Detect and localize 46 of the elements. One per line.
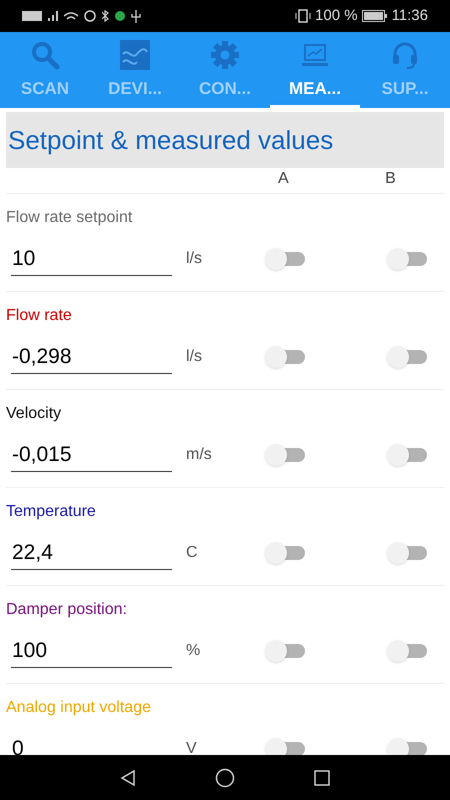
column-heading: B [385,169,396,189]
bluetooth-icon [102,10,109,22]
toggle-switch[interactable] [387,542,429,564]
field-label: Flow rate setpoint [6,208,134,228]
field-label: Analog input voltage [6,698,152,718]
field-label: Damper position: [6,600,128,620]
value-field[interactable]: 10 [11,242,172,276]
unit-label: % [186,641,202,661]
unit-label: l/s [186,249,203,269]
app-notification-icon [115,11,125,21]
unit-label: V [186,739,198,755]
battery-percent: 100 % [315,6,358,26]
recents-icon[interactable] [313,768,331,786]
toggle-switch[interactable] [265,640,307,662]
toggle-switch[interactable] [265,444,307,466]
vibrate-icon [294,9,312,23]
home-icon[interactable] [215,768,235,788]
value-field[interactable]: -0,015 [11,438,172,472]
back-icon[interactable] [119,768,137,786]
signal-icon [48,11,58,21]
value-field[interactable]: 22,4 [11,536,172,570]
toggle-switch[interactable] [387,444,429,466]
toggle-switch[interactable] [265,346,307,368]
unit-label: l/s [186,347,203,367]
unit-label: m/s [186,445,213,465]
toggle-switch[interactable] [265,248,307,270]
section-title: Setpoint & measured values [8,124,334,156]
battery-icon [362,10,388,22]
value-field[interactable]: 100 [11,634,172,668]
gear-icon [210,40,240,70]
field-label: Flow rate [6,306,73,326]
wave-panel-icon [120,40,150,70]
clock: 11:36 [392,6,428,26]
toggle-switch[interactable] [387,346,429,368]
toggle-switch[interactable] [387,640,429,662]
field-label: Velocity [6,404,62,424]
column-heading: A [278,169,289,189]
headset-icon [390,40,420,70]
wifi-icon [64,11,78,21]
unit-label: C [186,543,199,563]
toggle-switch[interactable] [265,542,307,564]
toggle-switch[interactable] [387,248,429,270]
field-label: Temperature [6,502,97,522]
value-field[interactable]: -0,298 [11,340,172,374]
search-icon [30,40,60,70]
usb-icon [131,10,141,22]
